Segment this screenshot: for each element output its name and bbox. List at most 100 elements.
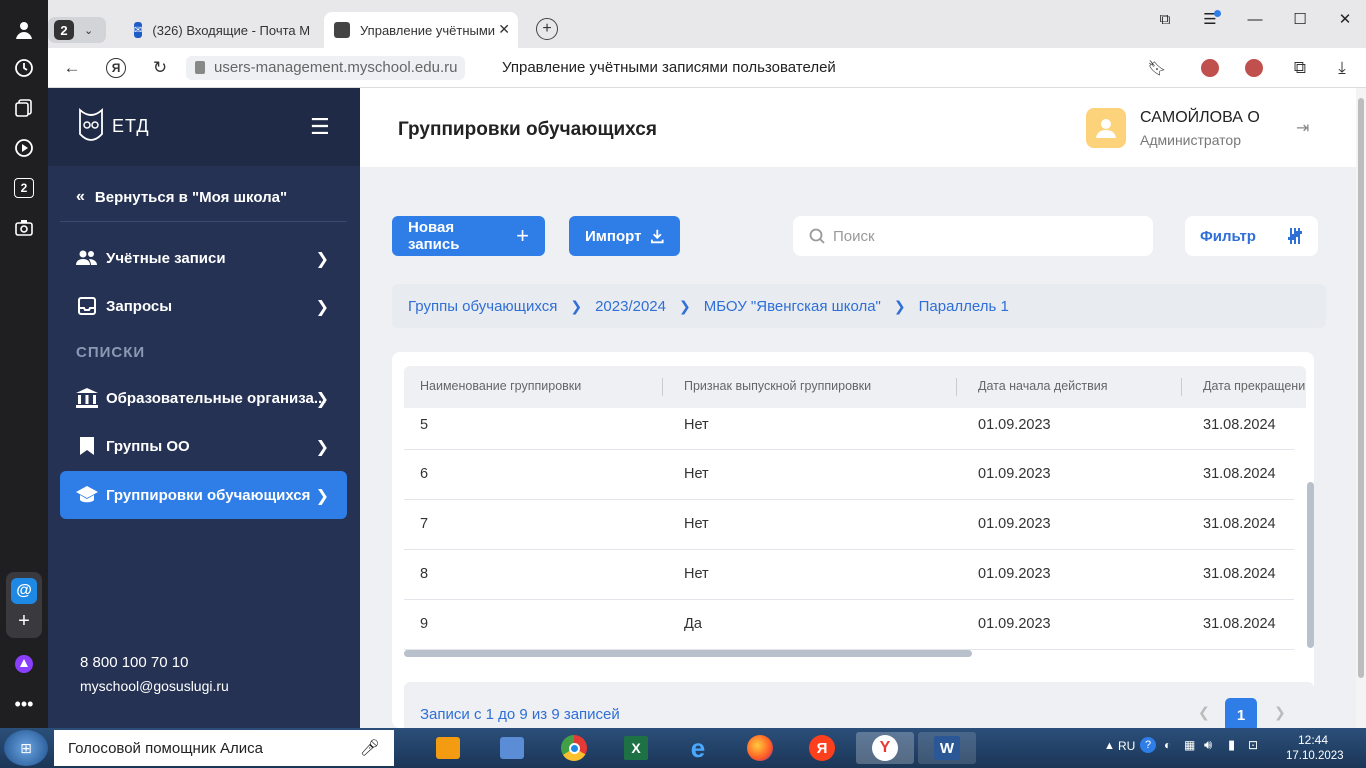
page-button-current[interactable]: 1	[1225, 698, 1257, 732]
breadcrumb-item[interactable]: Группы обучающихся	[408, 298, 557, 315]
sidebar-item-accounts[interactable]: Учётные записи ❯	[60, 234, 347, 282]
collections-icon[interactable]	[10, 94, 38, 122]
reload-icon[interactable]: ↻	[146, 54, 174, 82]
menu-icon[interactable]: ☰	[1195, 6, 1225, 32]
new-record-button[interactable]: Новая запись +	[392, 216, 545, 256]
cell-start-date: 01.09.2023	[978, 616, 1051, 632]
start-button-icon[interactable]: ⊞	[4, 730, 48, 766]
bookmark-icon[interactable]: 🔖︎	[1143, 54, 1171, 82]
more-icon[interactable]: •••	[10, 690, 38, 718]
tray-expand-icon[interactable]: ▲	[1104, 740, 1115, 752]
network-icon[interactable]: ▦	[1184, 738, 1195, 752]
mail-at-icon[interactable]: @	[11, 577, 37, 604]
sidebar-item-oo-groups[interactable]: Группы ОО ❯	[60, 422, 347, 470]
column-divider	[956, 378, 957, 396]
yandex-browser-icon[interactable]: Y	[856, 732, 914, 764]
table-row[interactable]: 8 Нет 01.09.2023 31.08.2024	[404, 550, 1294, 600]
clock-date[interactable]: 17.10.2023	[1286, 750, 1344, 762]
breadcrumb-item[interactable]: МБОУ "Явенгская школа"	[704, 298, 881, 315]
cell-name: 6	[420, 466, 429, 482]
tab-mail[interactable]: ✉ (326) Входящие - Почта М	[124, 12, 320, 48]
hamburger-menu-icon[interactable]: ☰	[310, 114, 330, 140]
play-icon[interactable]	[10, 134, 38, 162]
column-header[interactable]: Дата начала действия	[978, 379, 1108, 393]
table-row[interactable]: 5 Нет 01.09.2023 31.08.2024	[404, 408, 1294, 450]
tab-counter-button[interactable]: 2 ⌄	[48, 17, 106, 43]
prev-page-icon[interactable]: ❮	[1198, 704, 1210, 721]
url-field[interactable]: users-management.myschool.edu.ru	[186, 56, 466, 80]
extensions-icon[interactable]: ⧉	[1286, 54, 1314, 82]
firefox-icon[interactable]	[740, 732, 780, 764]
tab-counter: 2	[54, 20, 74, 40]
download-icon	[651, 229, 664, 244]
logo-text: ЕТД	[112, 116, 150, 136]
back-arrow-icon[interactable]: ←	[58, 54, 86, 82]
logout-icon[interactable]: ⇥	[1296, 118, 1309, 138]
alice-icon[interactable]	[10, 650, 38, 678]
clock-time[interactable]: 12:44	[1298, 733, 1328, 747]
avatar[interactable]	[1086, 108, 1126, 148]
search-input[interactable]: Поиск	[793, 216, 1153, 256]
table-row[interactable]: 9 Да 01.09.2023 31.08.2024	[404, 600, 1294, 650]
new-tab-icon[interactable]: +	[536, 18, 558, 40]
sidebar-item-student-groupings[interactable]: Группировки обучающихся ❯	[60, 471, 347, 519]
plus-icon: +	[516, 223, 529, 248]
chevron-right-icon: ❯	[315, 439, 329, 456]
language-indicator[interactable]: RU	[1118, 739, 1135, 753]
maximize-icon[interactable]: ☐	[1285, 6, 1315, 32]
search-icon	[809, 228, 825, 244]
page-scrollbar[interactable]	[1356, 88, 1366, 728]
tray-icon-2[interactable]: ⊡	[1248, 738, 1258, 752]
extension-1-icon[interactable]	[1196, 54, 1224, 82]
next-page-icon[interactable]: ❯	[1274, 704, 1286, 721]
import-button[interactable]: Импорт	[569, 216, 680, 256]
extension-2-icon[interactable]	[1240, 54, 1268, 82]
battery-icon[interactable]: ▮	[1228, 737, 1235, 753]
column-header[interactable]: Дата прекращени	[1203, 379, 1306, 393]
chrome-icon[interactable]	[554, 732, 594, 764]
breadcrumb: Группы обучающихся ❯ 2023/2024 ❯ МБОУ "Я…	[392, 284, 1326, 328]
tabs-badge-icon[interactable]: 2	[10, 174, 38, 202]
sidebar-item-requests[interactable]: Запросы ❯	[60, 282, 347, 330]
cell-graduation: Нет	[684, 566, 709, 582]
internet-explorer-icon[interactable]: e	[678, 732, 718, 764]
horizontal-scrollbar[interactable]	[404, 650, 972, 657]
tab-label: (326) Входящие - Почта М	[152, 22, 311, 38]
yandex-logo-icon[interactable]: Я	[102, 54, 130, 82]
help-icon[interactable]: ?	[1140, 737, 1156, 753]
back-to-school-link[interactable]: « Вернуться в "Моя школа"	[76, 188, 287, 206]
filter-button[interactable]: Фильтр	[1185, 216, 1318, 256]
media-player-icon[interactable]	[428, 732, 468, 764]
column-header[interactable]: Признак выпускной группировки	[684, 379, 871, 393]
breadcrumb-item[interactable]: Параллель 1	[919, 298, 1009, 315]
history-icon[interactable]	[10, 54, 38, 82]
alice-search-box[interactable]: Голосовой помощник Алиса 🎤︎	[54, 730, 394, 766]
add-app-icon[interactable]: +	[18, 610, 30, 633]
cell-name: 9	[420, 616, 429, 632]
word-icon[interactable]: W	[918, 732, 976, 764]
tab-users-management[interactable]: Управление учётными ✕	[324, 12, 518, 48]
minimize-icon[interactable]: —	[1240, 6, 1270, 32]
download-icon[interactable]: ⤓	[1328, 54, 1356, 82]
close-tab-icon[interactable]: ✕	[498, 21, 510, 38]
chevron-right-icon: ❯	[315, 299, 329, 316]
support-email[interactable]: myschool@gosuslugi.ru	[80, 678, 229, 694]
screenshot-icon[interactable]	[10, 214, 38, 242]
tab-panel-icon[interactable]: ⧉	[1150, 6, 1180, 32]
page-scrollbar-thumb[interactable]	[1358, 98, 1364, 678]
vertical-scrollbar[interactable]	[1307, 482, 1314, 648]
close-window-icon[interactable]: ✕	[1330, 6, 1360, 32]
tray-icon-1[interactable]: ◐	[1164, 738, 1171, 752]
double-chevron-left-icon: «	[76, 188, 85, 205]
table-row[interactable]: 7 Нет 01.09.2023 31.08.2024	[404, 500, 1294, 550]
app-tool-icon[interactable]	[492, 732, 532, 764]
volume-icon[interactable]: 🔊︎	[1204, 737, 1212, 753]
breadcrumb-item[interactable]: 2023/2024	[595, 298, 666, 315]
excel-icon[interactable]: X	[616, 732, 656, 764]
column-header[interactable]: Наименование группировки	[420, 379, 581, 393]
profile-icon[interactable]	[10, 16, 38, 44]
table-row[interactable]: 6 Нет 01.09.2023 31.08.2024	[404, 450, 1294, 500]
microphone-icon[interactable]: 🎤︎	[360, 738, 380, 758]
sidebar-item-organizations[interactable]: Образовательные организа... ❯	[60, 374, 347, 422]
yandex-icon[interactable]: Я	[802, 732, 842, 764]
